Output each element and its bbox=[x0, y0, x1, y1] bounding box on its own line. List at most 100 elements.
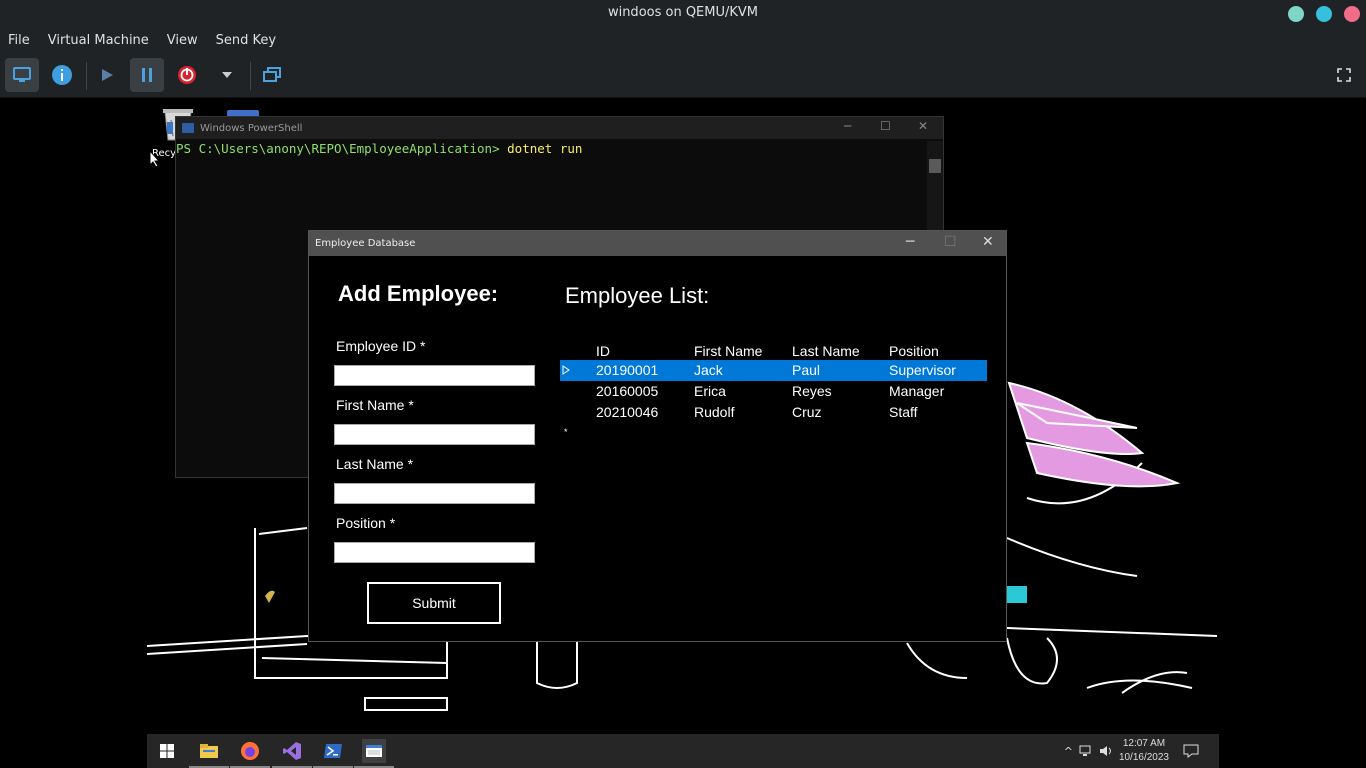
column-header-id[interactable]: ID bbox=[596, 343, 610, 359]
cell-position[interactable]: Staff bbox=[889, 404, 918, 420]
table-row[interactable]: 20210046 Rudolf Cruz Staff bbox=[560, 402, 987, 423]
play-icon bbox=[102, 69, 113, 81]
ps-scrollbar-thumb[interactable] bbox=[929, 159, 941, 173]
cell-id[interactable]: 20210046 bbox=[596, 404, 658, 420]
table-row[interactable]: 20190001 Jack Paul Supervisor bbox=[560, 360, 987, 381]
snapshots-button[interactable] bbox=[255, 58, 289, 92]
employee-id-label: Employee ID * bbox=[336, 338, 426, 354]
position-label: Position * bbox=[336, 515, 396, 531]
console-view-button[interactable] bbox=[5, 58, 39, 92]
submit-button[interactable]: Submit bbox=[367, 582, 501, 624]
firefox-icon bbox=[241, 742, 259, 760]
system-tray: ^ 12:07 AM 10/16/2023 bbox=[1064, 734, 1199, 768]
app-maximize-button: ☐ bbox=[944, 234, 957, 250]
folder-icon bbox=[200, 744, 218, 758]
maximize-button[interactable] bbox=[1316, 6, 1332, 22]
clock-time: 12:07 AM bbox=[1122, 738, 1166, 749]
powershell-icon bbox=[182, 123, 194, 133]
shutdown-button[interactable] bbox=[170, 58, 204, 92]
volume-icon[interactable] bbox=[1099, 745, 1113, 757]
taskbar-visual-studio[interactable] bbox=[272, 739, 312, 768]
dropdown-icon bbox=[222, 72, 232, 78]
clock-date: 10/16/2023 bbox=[1118, 752, 1169, 763]
powershell-title: Windows PowerShell bbox=[200, 122, 303, 134]
details-button[interactable] bbox=[45, 58, 79, 92]
host-window-title: windoos on QEMU/KVM bbox=[607, 5, 759, 20]
cell-position[interactable]: Supervisor bbox=[889, 362, 956, 378]
employee-database-window[interactable]: Employee Database ─ ☐ ✕ Add Employee: Em… bbox=[308, 230, 1007, 642]
guest-display[interactable]: Recy Windows PowerShell ─ ☐ ✕ PS C:\User… bbox=[147, 98, 1219, 768]
ps-close-button[interactable]: ✕ bbox=[918, 119, 928, 133]
add-employee-heading: Add Employee: bbox=[338, 281, 499, 306]
host-menubar: File Virtual Machine View Send Key bbox=[0, 26, 1366, 54]
cell-last-name[interactable]: Cruz bbox=[792, 404, 822, 420]
cell-id[interactable]: 20160005 bbox=[596, 383, 658, 399]
powershell-titlebar[interactable]: Windows PowerShell ─ ☐ ✕ bbox=[176, 117, 943, 139]
last-name-label: Last Name * bbox=[336, 456, 414, 472]
cell-first-name[interactable]: Erica bbox=[694, 383, 726, 399]
mouse-cursor-icon bbox=[149, 150, 161, 168]
column-header-first-name[interactable]: First Name bbox=[694, 343, 762, 359]
display-icon bbox=[13, 67, 31, 82]
first-name-label: First Name * bbox=[336, 397, 414, 413]
menu-view[interactable]: View bbox=[167, 33, 198, 48]
start-button[interactable] bbox=[155, 739, 179, 763]
host-window-controls bbox=[1288, 6, 1360, 22]
host-toolbar bbox=[0, 54, 1366, 98]
pause-icon bbox=[142, 68, 152, 82]
cell-id[interactable]: 20190001 bbox=[596, 362, 658, 378]
table-row[interactable]: 20160005 Erica Reyes Manager bbox=[560, 381, 987, 402]
app-close-button[interactable]: ✕ bbox=[982, 234, 994, 250]
info-icon bbox=[52, 65, 72, 85]
host-titlebar: windoos on QEMU/KVM bbox=[0, 0, 1366, 26]
taskbar-file-explorer[interactable] bbox=[189, 739, 229, 768]
cell-last-name[interactable]: Reyes bbox=[792, 383, 832, 399]
pause-button[interactable] bbox=[130, 58, 164, 92]
current-row-indicator-icon bbox=[562, 365, 570, 375]
power-icon bbox=[178, 66, 196, 84]
app-title: Employee Database bbox=[315, 238, 416, 249]
run-button[interactable] bbox=[90, 58, 124, 92]
cell-first-name[interactable]: Rudolf bbox=[694, 404, 734, 420]
ps-maximize-button[interactable]: ☐ bbox=[880, 119, 891, 133]
new-row-marker: * bbox=[564, 427, 568, 437]
taskbar: ^ 12:07 AM 10/16/2023 bbox=[147, 734, 1219, 768]
app-minimize-button[interactable]: ─ bbox=[906, 234, 914, 250]
powershell-console[interactable]: PS C:\Users\anony\REPO\EmployeeApplicati… bbox=[176, 141, 926, 156]
app-titlebar[interactable]: Employee Database ─ ☐ ✕ bbox=[309, 231, 1006, 256]
cell-first-name[interactable]: Jack bbox=[694, 362, 723, 378]
taskbar-employee-database[interactable] bbox=[354, 739, 394, 768]
close-button[interactable] bbox=[1344, 6, 1360, 22]
first-name-input[interactable] bbox=[334, 424, 535, 445]
fullscreen-button[interactable] bbox=[1327, 58, 1361, 92]
windows-logo-icon bbox=[160, 744, 174, 758]
tray-overflow-icon[interactable]: ^ bbox=[1064, 745, 1073, 758]
employee-grid[interactable]: ID First Name Last Name Position 2019000… bbox=[560, 339, 987, 444]
taskbar-powershell[interactable] bbox=[313, 739, 353, 768]
grid-header-row: ID First Name Last Name Position bbox=[560, 339, 987, 360]
visual-studio-icon bbox=[283, 742, 301, 760]
menu-file[interactable]: File bbox=[8, 33, 30, 48]
menu-virtual-machine[interactable]: Virtual Machine bbox=[48, 33, 149, 48]
last-name-input[interactable] bbox=[334, 483, 535, 504]
minimize-button[interactable] bbox=[1288, 6, 1304, 22]
cell-last-name[interactable]: Paul bbox=[792, 362, 820, 378]
powershell-icon bbox=[324, 744, 342, 758]
employee-id-input[interactable] bbox=[334, 365, 535, 386]
column-header-position[interactable]: Position bbox=[889, 343, 939, 359]
cell-position[interactable]: Manager bbox=[889, 383, 944, 399]
menu-send-key[interactable]: Send Key bbox=[216, 33, 276, 48]
fullscreen-icon bbox=[1337, 68, 1351, 82]
shutdown-menu-button[interactable] bbox=[210, 58, 244, 92]
ps-prompt: PS C:\Users\anony\REPO\EmployeeApplicati… bbox=[176, 141, 500, 156]
network-icon[interactable] bbox=[1079, 745, 1093, 757]
column-header-last-name[interactable]: Last Name bbox=[792, 343, 860, 359]
app-window-icon bbox=[366, 745, 382, 757]
new-row[interactable]: * bbox=[560, 423, 987, 444]
position-input[interactable] bbox=[334, 542, 535, 563]
notification-icon[interactable] bbox=[1183, 744, 1199, 758]
taskbar-firefox[interactable] bbox=[230, 739, 270, 768]
ps-minimize-button[interactable]: ─ bbox=[844, 119, 851, 133]
ps-command: dotnet run bbox=[507, 141, 583, 156]
clock[interactable]: 12:07 AM 10/16/2023 bbox=[1119, 737, 1169, 765]
